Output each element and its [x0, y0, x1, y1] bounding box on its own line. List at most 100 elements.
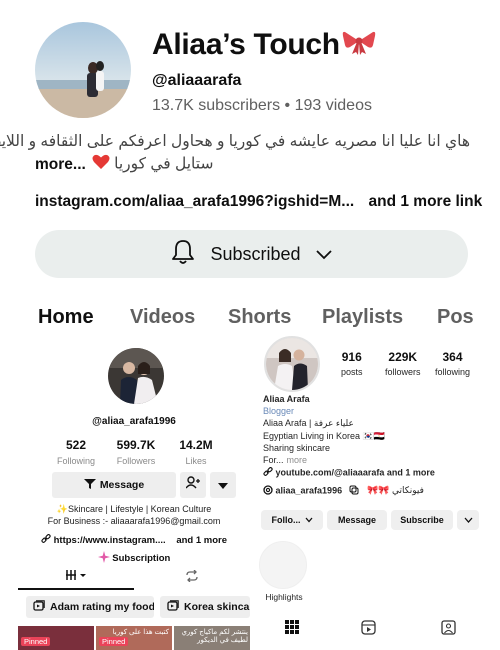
playlist-title: Adam rating my food	[50, 601, 154, 613]
stat-value: 229K	[388, 350, 418, 364]
repost-icon	[185, 569, 199, 587]
stat-value: 522	[65, 438, 87, 452]
channel-stats: 13.7K subscribers • 193 videos	[152, 97, 372, 115]
instagram-name: Aliaa Arafa	[263, 394, 310, 404]
playlist-title: Korea skincare	[184, 601, 250, 613]
stat-label: Followers	[116, 456, 156, 466]
description-text: ستايل في كوريا	[114, 155, 214, 173]
instagram-stat-followers[interactable]: 229K followers	[385, 350, 421, 377]
grid-icon	[65, 568, 87, 586]
tiktok-avatar[interactable]	[108, 348, 164, 404]
threads-extra: 🎀🎀 فيونكاتي	[367, 485, 424, 496]
instagram-avatar[interactable]	[264, 336, 320, 392]
description-more-link[interactable]: more...	[35, 156, 86, 173]
bell-icon	[170, 238, 196, 271]
reels-icon[interactable]	[359, 618, 377, 636]
stat-label: followers	[385, 367, 421, 377]
subscribed-button[interactable]: Subscribed	[35, 230, 468, 278]
tab-reposts[interactable]	[134, 566, 250, 590]
tiktok-stat-following[interactable]: 522 Following	[46, 438, 106, 466]
highlights-label: Highlights	[265, 592, 303, 602]
stat-value: 599.7K	[116, 438, 156, 452]
instagram-stat-following[interactable]: 364 following	[435, 350, 470, 377]
instagram-bio-line2: Egyptian Living in Korea 🇰🇷🇪🇬	[263, 431, 385, 441]
stat-label: Likes	[185, 456, 207, 466]
following-label: Follo...	[271, 515, 301, 525]
tiktok-bio-line1: ✨Skincare | Lifestyle | Korean Culture	[56, 504, 212, 514]
playlist-icon	[33, 600, 45, 614]
tab-videos-grid[interactable]	[18, 566, 134, 590]
chevron-down-icon	[315, 244, 333, 265]
tiktok-subscription[interactable]: Subscription	[18, 551, 250, 566]
video-thumbnail[interactable]: ينتشر لكم ماكياج كوري لطيف في الديكور	[174, 626, 250, 650]
instagram-threads-row[interactable]: aliaa_arafa1996 🎀🎀 فيونكاتي	[263, 485, 424, 497]
channel-name: Aliaa’s Touch	[152, 28, 376, 63]
channel-handle: @aliaaarafa	[152, 72, 242, 89]
instagram-bio-line3: Sharing skincare	[263, 443, 331, 453]
video-thumbnail[interactable]: Pinned كتبت هذا على كوريا	[96, 626, 172, 650]
channel-description-line1[interactable]: هاي انا عليا انا مصريه عايشه في كوريا و …	[0, 132, 470, 151]
sparkle-icon	[97, 551, 110, 566]
heart-icon	[92, 154, 110, 175]
tiktok-more-button[interactable]	[210, 472, 236, 498]
channel-description-line2[interactable]: more... ستايل في كوريا	[35, 154, 213, 175]
instagram-link[interactable]: youtube.com/@aliaaarafa and 1 more	[276, 467, 435, 477]
grid-icon[interactable]	[283, 618, 301, 636]
link-icon	[263, 467, 273, 479]
channel-avatar[interactable]	[35, 22, 131, 118]
tiktok-friends-button[interactable]	[180, 472, 206, 498]
tiktok-stat-likes[interactable]: 14.2M Likes	[166, 438, 226, 466]
tagged-icon[interactable]	[439, 618, 457, 636]
tiktok-bio-line2: For Business :- aliaaarafa1996@gmail.com	[47, 516, 221, 526]
tab-home[interactable]: Home	[38, 306, 94, 328]
instagram-bio-line4: For... more	[263, 455, 307, 465]
stat-value: 916	[341, 350, 362, 364]
instagram-highlight-circle[interactable]	[259, 541, 307, 589]
tiktok-message-button[interactable]: Message	[52, 472, 176, 498]
stat-value: 14.2M	[179, 438, 213, 452]
filter-icon	[83, 478, 96, 492]
instagram-message-button[interactable]: Message	[327, 510, 387, 530]
thumbnail-caption: كتبت هذا على كوريا	[112, 629, 169, 636]
instagram-stat-posts[interactable]: 916 posts	[341, 350, 363, 377]
add-friend-icon	[185, 476, 200, 494]
bio-more-link[interactable]: more	[287, 455, 308, 465]
tab-shorts[interactable]: Shorts	[228, 306, 291, 328]
tiktok-playlist-1[interactable]: Adam rating my food	[26, 596, 154, 618]
link-icon	[41, 534, 51, 547]
tiktok-playlist-2[interactable]: Korea skincare	[160, 596, 250, 618]
tab-playlists[interactable]: Playlists	[322, 306, 403, 328]
more-links[interactable]: and 1 more link	[369, 193, 483, 210]
tiktok-link-row[interactable]: https://www.instagram.... and 1 more	[18, 534, 250, 547]
tiktok-stat-followers[interactable]: 599.7K Followers	[106, 438, 166, 466]
threads-icon	[263, 485, 273, 497]
instagram-subscribe-button[interactable]: Subscribe	[391, 510, 453, 530]
subscription-label: Subscription	[112, 553, 171, 565]
video-thumbnail[interactable]: Pinned	[18, 626, 94, 650]
stats-separator: •	[284, 97, 291, 114]
tab-videos[interactable]: Videos	[130, 306, 195, 328]
instagram-more-button[interactable]	[457, 510, 479, 530]
thumbnail-caption: ينتشر لكم ماكياج كوري لطيف في الديكور	[181, 629, 248, 644]
playlist-icon	[167, 600, 179, 614]
instagram-category: Blogger	[263, 406, 295, 416]
tiktok-link[interactable]: https://www.instagram....	[54, 535, 166, 546]
stat-label: following	[435, 367, 471, 377]
caret-down-icon	[218, 476, 228, 494]
instagram-bio-line1: Aliaa Arafa | علياء عرفة	[263, 418, 354, 428]
subscribed-label: Subscribed	[210, 243, 301, 264]
channel-link[interactable]: instagram.com/aliaa_arafa1996?igshid=M..…	[35, 193, 354, 210]
instagram-link-row[interactable]: youtube.com/@aliaaarafa and 1 more	[263, 467, 435, 479]
bow-icon	[342, 29, 376, 63]
channel-link-row[interactable]: instagram.com/aliaa_arafa1996?igshid=M..…	[35, 193, 482, 211]
instagram-following-button[interactable]: Follo...	[261, 510, 323, 530]
instagram-profile-screenshot: 916 posts 229K followers 364 following A…	[255, 330, 500, 650]
tiktok-more-links[interactable]: and 1 more	[176, 535, 227, 546]
pinned-badge: Pinned	[21, 637, 51, 646]
pinned-badge: Pinned	[99, 637, 129, 646]
tiktok-profile-screenshot: @aliaa_arafa1996 522 Following 599.7K Fo…	[18, 330, 250, 650]
chevron-down-icon	[464, 515, 473, 525]
video-count: 193 videos	[294, 97, 372, 114]
tab-posts[interactable]: Pos	[437, 306, 474, 328]
threads-handle[interactable]: aliaa_arafa1996	[276, 485, 343, 495]
